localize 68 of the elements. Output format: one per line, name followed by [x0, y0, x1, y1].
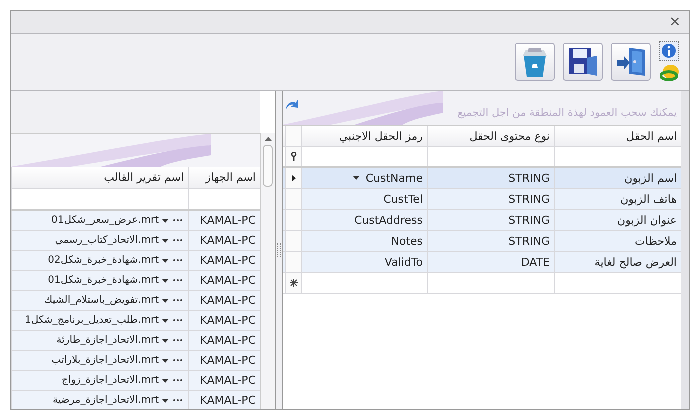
- template-name: عرض_سعر_شكل01.mrt: [52, 215, 159, 226]
- table-cell: اسم الزبون: [554, 168, 681, 188]
- template-name: شهادة_خبرة_شكل02.mrt: [48, 255, 159, 266]
- more-button[interactable]: [172, 399, 184, 402]
- more-button[interactable]: [172, 319, 184, 322]
- table-cell: عنوان الزبون: [554, 210, 681, 230]
- row-header: [285, 189, 301, 209]
- table-cell: STRING: [427, 210, 554, 230]
- info-icon: [661, 43, 677, 59]
- dropdown-icon[interactable]: [162, 318, 169, 322]
- row-header: [285, 252, 301, 272]
- dropdown-icon[interactable]: [162, 378, 169, 382]
- save-button[interactable]: [563, 43, 603, 81]
- ring-button[interactable]: [659, 63, 681, 83]
- dropdown-icon[interactable]: [162, 258, 169, 262]
- table-cell: DATE: [427, 252, 554, 272]
- template-name: تفويض_باستلام_الشيك.mrt: [44, 295, 159, 306]
- dropdown-icon[interactable]: [162, 218, 169, 222]
- column-header[interactable]: نوع محتوى الحقل: [427, 126, 554, 146]
- current-row-icon: [292, 174, 296, 182]
- ring-icon: [660, 64, 680, 82]
- table-cell: STRING: [427, 231, 554, 251]
- more-button[interactable]: [172, 239, 184, 242]
- scroll-thumb[interactable]: [263, 145, 273, 187]
- template-name: الاتحاد_اجازة_زواج.mrt: [62, 375, 159, 386]
- template-name: الاتحاد_اجازة_مرضية.mrt: [53, 395, 159, 406]
- scrollbar[interactable]: [260, 133, 275, 409]
- more-button[interactable]: [172, 259, 184, 262]
- dropdown-icon[interactable]: [162, 338, 169, 342]
- template-name: الاتحاد_اجازة_طارئة.mrt: [56, 335, 159, 346]
- scroll-up-icon[interactable]: [264, 137, 272, 141]
- row-header: [285, 210, 301, 230]
- table-cell: هاتف الزبون: [554, 189, 681, 209]
- curved-arrow-icon: [285, 99, 299, 111]
- splitter-grip[interactable]: [277, 243, 281, 257]
- column-header[interactable]: اسم الحقل: [554, 126, 681, 146]
- dropdown-icon[interactable]: [162, 278, 169, 282]
- more-button[interactable]: [172, 219, 184, 222]
- more-button[interactable]: [172, 299, 184, 302]
- dropdown-icon[interactable]: [162, 298, 169, 302]
- table-cell: ملاحظات: [554, 231, 681, 251]
- floppy-disk-icon: [567, 46, 599, 78]
- more-button[interactable]: [172, 339, 184, 342]
- more-button[interactable]: [172, 379, 184, 382]
- dropdown-icon[interactable]: [352, 176, 360, 180]
- recycle-bin-icon: [520, 46, 550, 78]
- template-name: الاتحاد_اجازة_بلاراتب.mrt: [52, 355, 159, 366]
- dropdown-icon[interactable]: [162, 238, 169, 242]
- row-header: [285, 231, 301, 251]
- info-button[interactable]: [659, 41, 679, 61]
- template-name: الاتحاد_كتاب_رسمي.mrt: [55, 235, 159, 246]
- delete-button[interactable]: [515, 43, 555, 81]
- column-header[interactable]: اسم تقرير القالب: [11, 167, 188, 188]
- dropdown-icon[interactable]: [162, 358, 169, 362]
- table-cell: STRING: [427, 168, 554, 188]
- template-name: شهادة_خبرة_شكل01.mrt: [48, 275, 159, 286]
- filter-icon[interactable]: [290, 152, 296, 161]
- more-button[interactable]: [172, 279, 184, 282]
- exit-button[interactable]: [611, 43, 651, 81]
- more-button[interactable]: [172, 359, 184, 362]
- table-cell: STRING: [427, 189, 554, 209]
- template-name: طلب_تعديل_برنامج_شكل1.mrt: [24, 315, 159, 326]
- group-by-hint: يمكنك سحب العمود لهذة المنطقة من اجل التجميع: [456, 107, 678, 121]
- dropdown-icon[interactable]: [162, 398, 169, 402]
- door-exit-icon: [615, 46, 647, 78]
- table-cell: العرض صالح لغاية: [554, 252, 681, 272]
- close-button[interactable]: ×: [669, 15, 681, 29]
- new-row-icon: [290, 279, 298, 287]
